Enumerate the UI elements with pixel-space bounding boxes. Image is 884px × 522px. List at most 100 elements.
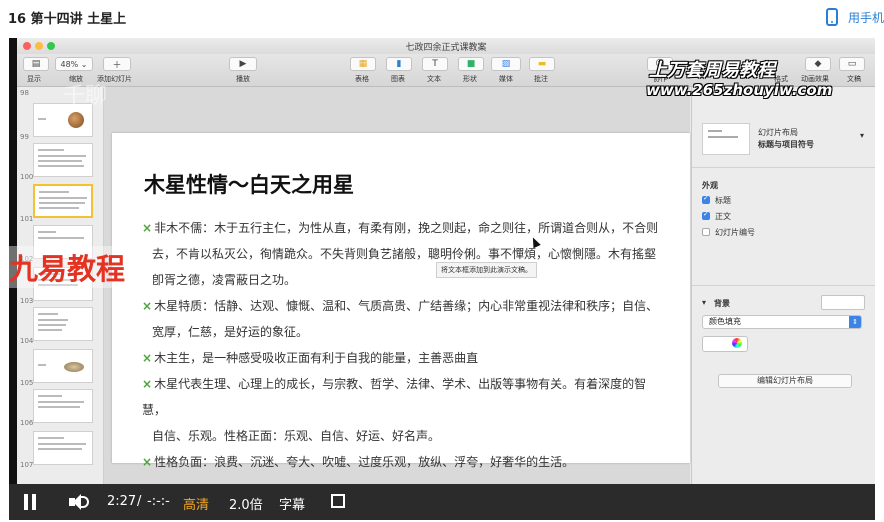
thumb-line xyxy=(38,165,84,167)
media-icon: ▨ xyxy=(501,59,511,69)
zoom-value: 48% xyxy=(60,59,79,69)
animate-button[interactable]: ◆ xyxy=(805,57,831,71)
play-button[interactable]: ▶ xyxy=(229,57,257,71)
fill-type-value: 颜色填充 xyxy=(709,317,741,326)
bullet-mark: × xyxy=(142,455,153,469)
title-checkbox-label: 标题 xyxy=(715,196,731,205)
thumb-line xyxy=(38,319,68,321)
slide-number: 103 xyxy=(20,297,34,305)
total-time: -:-:- xyxy=(147,494,170,509)
add-slide-button[interactable]: ＋ xyxy=(103,57,131,71)
body-checkbox[interactable] xyxy=(702,210,710,220)
text-box-tooltip: 将文本框添加到此演示文稿。 xyxy=(436,262,537,278)
fullscreen-corner-icon xyxy=(338,501,345,508)
thumb-line xyxy=(38,118,46,120)
bullet-mark: × xyxy=(142,377,153,391)
zoom-select[interactable]: 48% ⌄ xyxy=(55,57,93,71)
bullet-continuation: 去，不肯以私灭公，徇情跪众。不失背则負艺諸般，聰明伶俐。事不憚煩，心懷惻隱。木有… xyxy=(152,247,657,261)
edit-slide-layout-button[interactable]: 编辑幻灯片布局 xyxy=(718,374,852,388)
chart-button[interactable]: ▮ xyxy=(386,57,412,71)
table-label: 表格 xyxy=(355,75,369,83)
thumb-line xyxy=(38,324,66,326)
fullscreen-button[interactable] xyxy=(331,494,345,508)
background-header: 背景 xyxy=(714,299,730,308)
background-swatch[interactable] xyxy=(821,295,865,310)
site-name-watermark: 上万套周易教程 xyxy=(649,60,775,81)
comment-button[interactable]: ▬ xyxy=(529,57,555,71)
view-icon: ▤ xyxy=(31,59,41,69)
slide-thumbnail[interactable] xyxy=(33,349,93,383)
sound-wave-icon xyxy=(81,496,89,508)
current-slide[interactable]: 木星性情～白天之用星 × 非木不儒：木于五行主仁，为性从直，有柔有刚，挽之则起，命… xyxy=(112,133,690,469)
play-icon: ▶ xyxy=(239,59,247,69)
shape-icon: ■ xyxy=(466,59,476,69)
bullet-item: × 木星特质：恬静、达观、慷慨、温和、气质高贵、广结善缘；内心非常重视法律和秩序；… xyxy=(142,293,662,319)
title-checkbox[interactable] xyxy=(702,194,710,204)
bullet-item: × 木主生，是一种感受吸收正面有利于自我的能量，主善恶曲直 xyxy=(142,345,662,371)
separator xyxy=(692,167,875,168)
bullet-text: 木星特质：恬静、达观、慷慨、温和、气质高贵、广结善缘；内心非常重视法律和秩序；自… xyxy=(154,299,659,313)
qianliao-watermark: 千聊 xyxy=(63,84,108,109)
quality-button[interactable]: 高清 xyxy=(183,494,209,513)
planet-image xyxy=(68,112,84,128)
text-icon: T xyxy=(432,59,438,69)
bullet-mark: × xyxy=(142,351,153,365)
play-label: 播放 xyxy=(236,75,250,83)
layout-line xyxy=(708,130,722,132)
brand-watermark: 九易教程 xyxy=(9,246,126,288)
slide-thumbnail[interactable] xyxy=(33,431,93,465)
thumb-line xyxy=(38,406,80,408)
layout-preview[interactable] xyxy=(702,123,750,155)
format-inspector: 幻灯片布局 标题与项目符号 ▾ 外观 标题 正文 幻灯片编号 ▾ 背景 颜色填充… xyxy=(691,87,875,484)
table-button[interactable]: ▦ xyxy=(350,57,376,71)
thumb-line xyxy=(38,231,56,233)
video-player[interactable]: 七政四余正式课教案 ▤ 显示 48% ⌄ 缩放 ＋ 添加幻灯片 ▶ 播放 ▦ 表… xyxy=(9,38,875,520)
document-label: 文稿 xyxy=(847,75,861,83)
slide-thumbnail-selected[interactable] xyxy=(33,184,93,218)
bullet-item: × 木星代表生理、心理上的成长，与宗教、哲学、法律、学术、出版等事物有关。有着深度… xyxy=(142,371,662,423)
thumb-line xyxy=(38,443,86,445)
bullet-continuation: 宽厚，仁慈，是好运的象征。 xyxy=(152,325,309,339)
shape-button[interactable]: ■ xyxy=(458,57,484,71)
slide-thumbnail[interactable] xyxy=(33,143,93,177)
slide-title[interactable]: 木星性情～白天之用星 xyxy=(144,169,354,199)
slide-number-checkbox[interactable] xyxy=(702,228,710,236)
media-button[interactable]: ▨ xyxy=(491,57,521,71)
view-button[interactable]: ▤ xyxy=(23,57,49,71)
chart-icon: ▮ xyxy=(396,59,402,69)
slide-thumbnail[interactable] xyxy=(33,389,93,423)
saturn-image xyxy=(64,362,84,372)
disclosure-triangle-icon[interactable]: ▾ xyxy=(702,298,706,307)
phone-view-link[interactable]: 用手机 xyxy=(825,6,884,28)
slide-thumbnail[interactable] xyxy=(33,307,93,341)
thumb-line xyxy=(38,437,64,439)
chart-label: 图表 xyxy=(391,75,405,83)
slide-number: 107 xyxy=(20,461,34,469)
document-button[interactable]: ▭ xyxy=(839,57,865,71)
page-header: 16 第十四讲 土星上 用手机 xyxy=(0,0,884,34)
slide-body[interactable]: × 非木不儒：木于五行主仁，为性从直，有柔有刚，挽之则起，命之则往，所谓道合则从，… xyxy=(142,215,662,475)
pause-button[interactable] xyxy=(23,494,37,510)
text-button[interactable]: T xyxy=(422,57,448,71)
bullet-text: 木主生，是一种感受吸收正面有利于自我的能量，主善恶曲直 xyxy=(154,351,479,365)
volume-button[interactable] xyxy=(69,493,91,511)
speed-button[interactable]: 2.0倍 xyxy=(229,494,263,513)
slide-number: 100 xyxy=(20,173,34,181)
slide-canvas[interactable]: 木星性情～白天之用星 × 非木不儒：木于五行主仁，为性从直，有柔有刚，挽之则起，命… xyxy=(104,87,690,484)
phone-icon xyxy=(825,8,838,26)
speaker-cone-icon xyxy=(73,494,81,510)
player-controls: 2:27 / -:-:- 高清 2.0倍 字幕 xyxy=(9,484,875,520)
layout-name[interactable]: 标题与项目符号 xyxy=(758,139,814,150)
phone-link-label: 用手机 xyxy=(847,10,884,25)
comment-label: 批注 xyxy=(534,75,548,83)
thumb-line xyxy=(38,149,64,151)
subtitles-button[interactable]: 字幕 xyxy=(279,494,305,513)
thumb-line xyxy=(38,401,84,403)
layout-dropdown-icon[interactable]: ▾ xyxy=(860,131,864,140)
slide-number: 101 xyxy=(20,215,34,223)
table-icon: ▦ xyxy=(358,59,368,69)
fill-type-select[interactable]: 颜色填充 ⇕ xyxy=(702,315,862,329)
color-wheel-icon[interactable] xyxy=(732,338,742,348)
fullscreen-corner-icon xyxy=(338,494,345,501)
document-icon: ▭ xyxy=(847,59,857,69)
